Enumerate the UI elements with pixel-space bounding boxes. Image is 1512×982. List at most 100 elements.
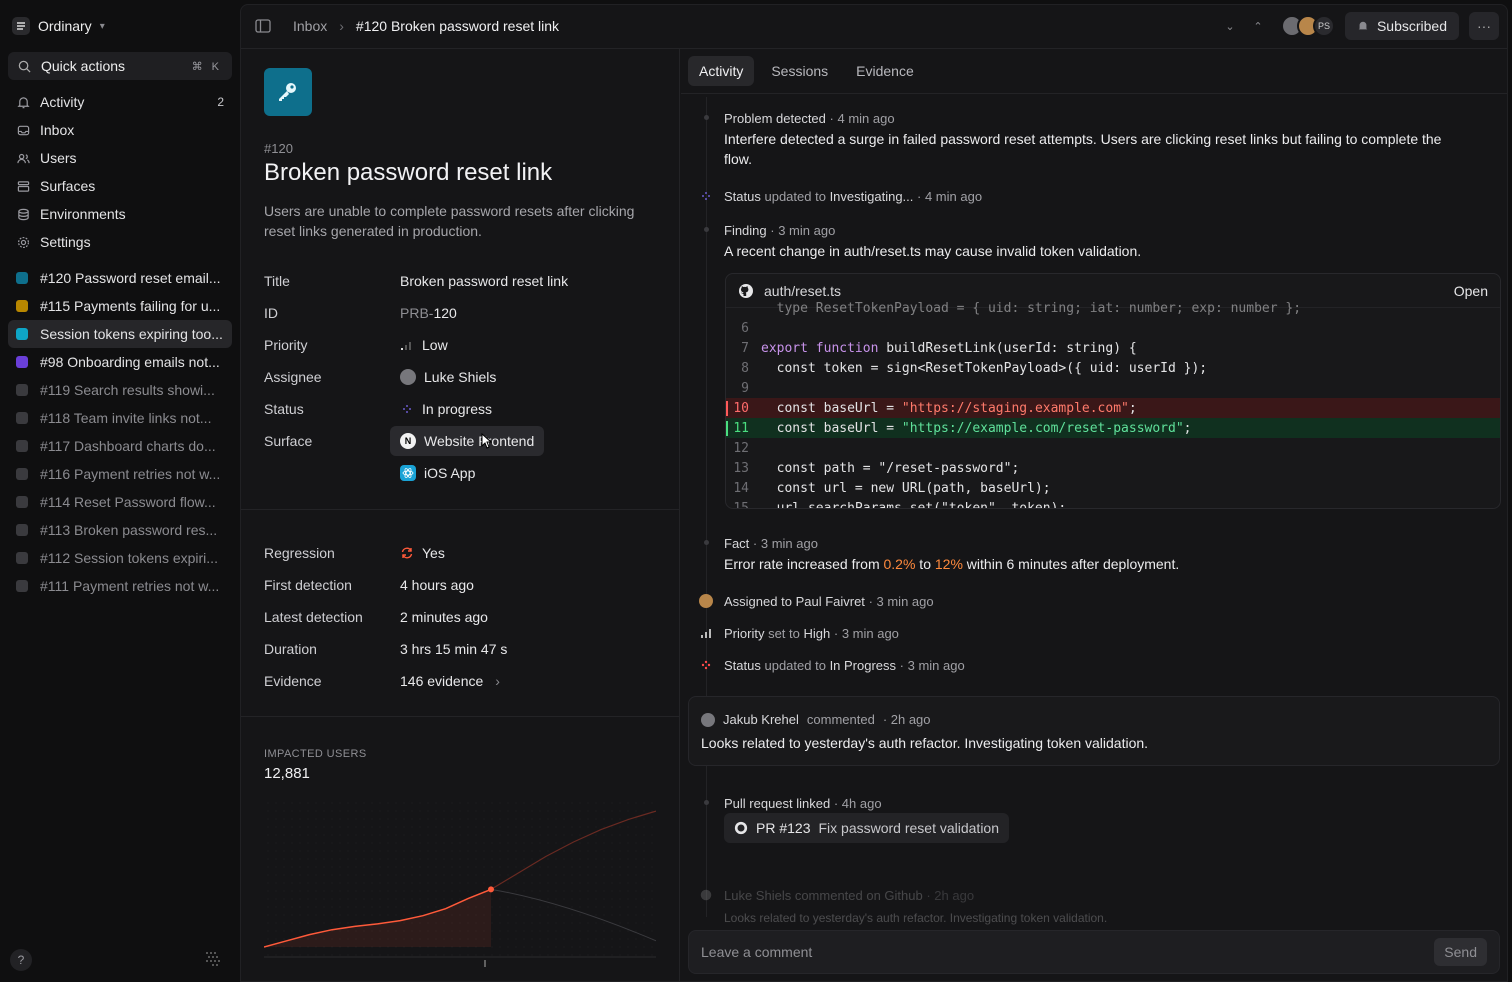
grid-dot	[563, 938, 565, 940]
grid-dot	[283, 938, 285, 940]
grid-dot	[643, 914, 645, 916]
in-progress-icon	[403, 405, 411, 413]
issue-list-item-active[interactable]: Session tokens expiring too...	[8, 320, 232, 348]
sidebar-toggle-icon[interactable]	[255, 19, 271, 36]
code-text: const url = new URL(path, baseUrl);	[761, 480, 1051, 496]
grid-dot	[283, 906, 285, 908]
assignee-label: Luke Shiels	[424, 369, 497, 385]
comment-composer[interactable]: Leave a comment Send	[688, 930, 1500, 974]
grid-dot	[515, 938, 517, 940]
workspace-switcher[interactable]: Ordinary ▾	[12, 14, 105, 38]
nav-item-activity[interactable]: Activity 2	[8, 88, 232, 116]
code-text: ;	[1128, 400, 1137, 416]
quick-actions-button[interactable]: Quick actions ⌘ K	[8, 52, 232, 80]
grid-dot	[355, 818, 357, 820]
pull-request-link[interactable]: PR #123 Fix password reset validation	[724, 813, 1010, 843]
issue-list-item[interactable]: #113 Broken password res...	[8, 516, 232, 544]
surface-label: iOS App	[424, 465, 476, 481]
grid-dot	[595, 938, 597, 940]
impacted-users-chart[interactable]	[264, 797, 656, 973]
grid-dot	[539, 818, 541, 820]
grid-dot	[363, 802, 365, 804]
grid-dot	[371, 914, 373, 916]
issue-label: #116 Payment retries not w...	[40, 466, 221, 482]
tab-sessions[interactable]: Sessions	[760, 56, 839, 86]
grid-dot	[595, 802, 597, 804]
grid-dot	[475, 810, 477, 812]
grid-dot	[331, 906, 333, 908]
issue-list-item[interactable]: #117 Dashboard charts do...	[8, 432, 232, 460]
grid-dot	[275, 898, 277, 900]
grid-dot	[347, 906, 349, 908]
issue-list-item[interactable]: #118 Team invite links not...	[8, 404, 232, 432]
line-number: 15	[733, 500, 749, 509]
grid-dot	[651, 914, 653, 916]
grid-dot	[411, 826, 413, 828]
issue-list-item[interactable]: #120 Password reset email...	[8, 264, 232, 292]
avatar-stack[interactable]: PS	[1280, 15, 1335, 37]
grid-dot	[387, 850, 389, 852]
grid-dot	[395, 818, 397, 820]
issue-list-item[interactable]: #116 Payment retries not w...	[8, 460, 232, 488]
event-subject: Status	[724, 658, 761, 673]
grid-dot	[595, 882, 597, 884]
comment-input[interactable]: Leave a comment	[701, 944, 812, 960]
more-options-icon[interactable]: ···	[1469, 12, 1499, 40]
grid-dot	[435, 850, 437, 852]
assignee-value[interactable]: Luke Shiels	[400, 369, 496, 385]
tab-activity[interactable]: Activity	[688, 56, 755, 86]
grid-dot	[547, 930, 549, 932]
grid-dot	[587, 930, 589, 932]
open-file-button[interactable]: Open	[1454, 283, 1488, 299]
issue-list-item[interactable]: #112 Session tokens expiri...	[8, 544, 232, 572]
grid-dot	[419, 898, 421, 900]
send-button[interactable]: Send	[1434, 938, 1487, 966]
grid-dot	[451, 954, 453, 956]
grid-dot	[579, 882, 581, 884]
line-number: 9	[741, 380, 749, 396]
chart-icon	[16, 440, 28, 452]
grid-dot	[339, 882, 341, 884]
grid-dot	[451, 810, 453, 812]
surface-website-frontend[interactable]: N Website Frontend	[390, 426, 545, 456]
grid-dot	[539, 802, 541, 804]
nav-item-users[interactable]: Users	[8, 144, 232, 172]
in-progress-icon	[699, 658, 713, 672]
nav-item-surfaces[interactable]: Surfaces	[8, 172, 232, 200]
chevron-up-icon[interactable]: ⌃	[1249, 20, 1267, 33]
grid-dot	[371, 922, 373, 924]
issue-list-item[interactable]: #119 Search results showi...	[8, 376, 232, 404]
grid-dot	[515, 818, 517, 820]
evidence-link[interactable]: 146 evidence ›	[400, 673, 500, 689]
grid-dot	[475, 954, 477, 956]
grid-dot	[379, 810, 381, 812]
status-value[interactable]: In progress	[400, 401, 492, 417]
event-time: · 3 min ago	[899, 658, 965, 673]
event-header: Problem detected · 4 min ago	[724, 111, 895, 126]
nav-item-inbox[interactable]: Inbox	[8, 116, 232, 144]
grid-dot	[379, 834, 381, 836]
priority-value[interactable]: Low	[400, 337, 448, 353]
nav-item-settings[interactable]: Settings	[8, 228, 232, 256]
issue-list-item[interactable]: #111 Payment retries not w...	[8, 572, 232, 600]
grid-dot	[467, 882, 469, 884]
grid-dot	[467, 818, 469, 820]
refresh-icon	[401, 547, 413, 559]
help-button[interactable]: ?	[10, 949, 32, 971]
issue-list-item[interactable]: #98 Onboarding emails not...	[8, 348, 232, 376]
issue-list-item[interactable]: #115 Payments failing for u...	[8, 292, 232, 320]
nav-label: Users	[40, 150, 77, 166]
issue-list-item[interactable]: #114 Reset Password flow...	[8, 488, 232, 516]
property-value[interactable]: Broken password reset link	[400, 273, 568, 289]
grid-dot	[363, 922, 365, 924]
breadcrumb-inbox[interactable]: Inbox	[293, 18, 327, 34]
surface-ios-app[interactable]: iOS App	[400, 465, 475, 481]
subscribed-button[interactable]: Subscribed	[1344, 12, 1459, 40]
nav-item-environments[interactable]: Environments	[8, 200, 232, 228]
grid-dot	[475, 890, 477, 892]
nextjs-icon: N	[400, 433, 416, 449]
chevron-down-icon[interactable]: ⌄	[1221, 20, 1239, 33]
tab-evidence[interactable]: Evidence	[845, 56, 925, 86]
grid-dot	[643, 922, 645, 924]
grid-dot	[539, 938, 541, 940]
